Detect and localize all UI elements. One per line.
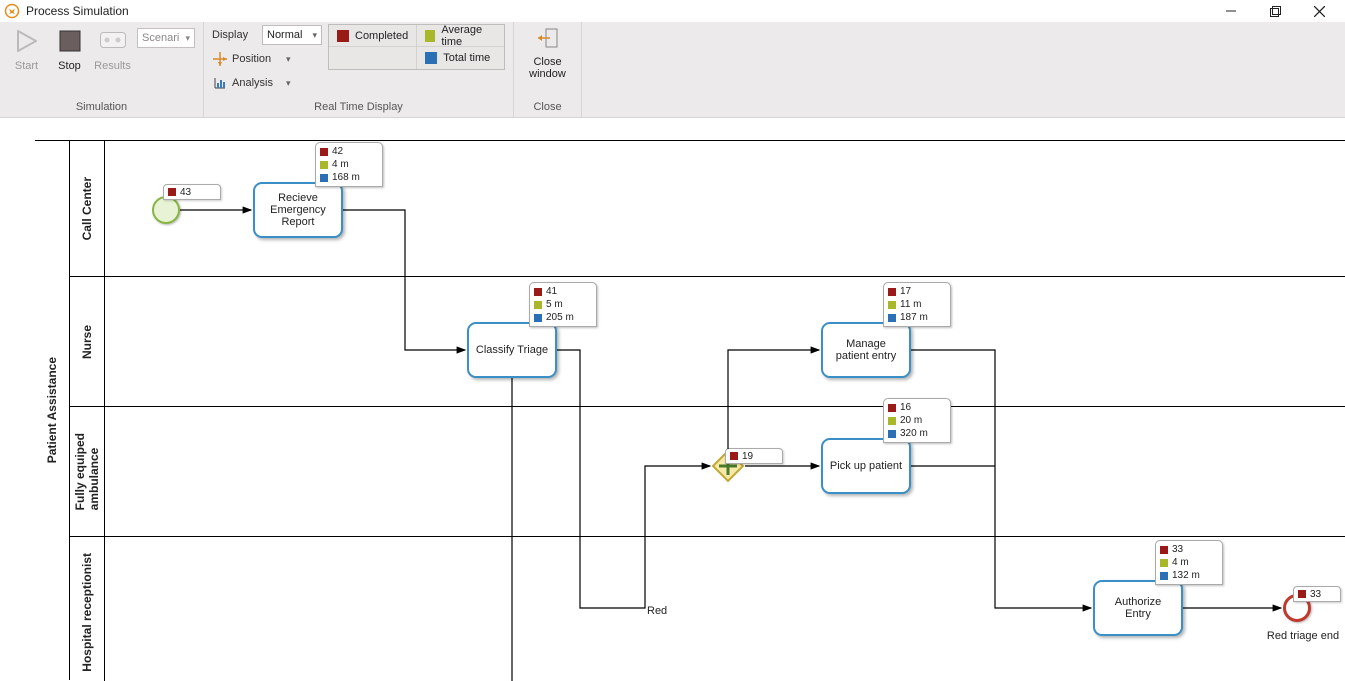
task-receive-label: Recieve Emergency Report [270,192,326,228]
gateway-count: 19 [742,451,753,462]
results-button[interactable]: Results [94,24,131,72]
close-window-ribbon-button[interactable]: Close window [522,24,573,80]
maximize-button[interactable] [1253,0,1297,22]
task-pickup-label: Pick up patient [830,460,902,472]
analysis-icon [212,75,228,91]
gateway-counter: 19 [725,448,783,464]
exit-icon [534,26,562,54]
flow-label-red: Red [647,605,667,617]
task-manage-entry[interactable]: Manage patient entry [821,322,911,378]
results-button-label: Results [94,60,131,72]
position-icon [212,51,228,67]
ribbon: Start Stop Results Scenari ▾ Simulation [0,22,1345,118]
ribbon-group-close: Close window Close [514,22,582,117]
legend-average-label: Average time [441,24,496,48]
stats-manage: 17 11 m 187 m [883,282,951,327]
app-icon [4,3,20,19]
stop-button-label: Stop [51,60,88,72]
window-title: Process Simulation [26,4,129,18]
lane-label-call-center: Call Center [80,177,94,240]
lane-label-receptionist: Hospital receptionist [80,553,94,672]
group-label-close: Close [522,99,573,117]
square-red-icon [337,30,349,42]
stats-authorize: 33 4 m 132 m [1155,540,1223,585]
lane-label-ambulance: Fully equiped ambulance [73,433,101,510]
display-mode-value: Normal [267,29,302,41]
group-label-realtime: Real Time Display [212,99,505,117]
task-classify-label: Classify Triage [476,344,548,356]
end-event-label: Red triage end [1259,630,1345,642]
square-red-icon [168,188,176,196]
position-dropdown[interactable]: ▾ [286,54,291,65]
end-event-count: 33 [1310,589,1321,600]
scenario-dropdown[interactable]: Scenari ▾ [137,28,195,48]
close-window-button[interactable] [1297,0,1341,22]
square-olive-icon [425,30,435,42]
window-controls [1209,0,1341,22]
start-button-label: Start [8,60,45,72]
minimize-button[interactable] [1209,0,1253,22]
start-event[interactable] [152,196,180,224]
display-label: Display [212,29,258,41]
lane-label-nurse: Nurse [80,325,94,359]
ribbon-group-realtime: Display Normal ▾ Position ▾ Analysis ▾ [204,22,514,117]
group-label-simulation: Simulation [8,99,195,117]
chevron-down-icon: ▾ [185,33,190,44]
title-bar: Process Simulation [0,0,1345,22]
legend-total-label: Total time [443,52,490,64]
position-label: Position [232,53,282,65]
legend-completed-label: Completed [355,30,408,42]
scenario-dropdown-text: Scenari [142,32,179,44]
stats-classify: 41 5 m 205 m [529,282,597,327]
ribbon-group-simulation: Start Stop Results Scenari ▾ Simulation [0,22,204,117]
stats-receive: 42 4 m 168 m [315,142,383,187]
start-event-count: 43 [180,187,191,198]
task-receive-report[interactable]: Recieve Emergency Report [253,182,343,238]
legend-completed[interactable]: Completed [329,25,416,47]
legend-total[interactable]: Total time [416,47,504,69]
stats-pickup: 16 20 m 320 m [883,398,951,443]
square-blue-icon [425,52,437,64]
square-red-icon [730,452,738,460]
task-pickup-patient[interactable]: Pick up patient [821,438,911,494]
legend-grid: Completed Average time Total time [328,24,505,70]
stop-button[interactable]: Stop [51,24,88,72]
legend-average[interactable]: Average time [416,25,504,47]
start-button[interactable]: Start [8,24,45,72]
display-mode-select[interactable]: Normal ▾ [262,25,322,45]
task-manage-label: Manage patient entry [836,338,897,362]
chevron-down-icon: ▾ [312,30,317,41]
task-authorize-label: Authorize Entry [1115,596,1161,620]
task-authorize-entry[interactable]: Authorize Entry [1093,580,1183,636]
close-window-label: Close window [522,56,573,80]
task-classify-triage[interactable]: Classify Triage [467,322,557,378]
end-event-counter: 33 [1293,586,1341,602]
analysis-label: Analysis [232,77,282,89]
diagram-canvas[interactable]: Patient Assistance Call Center Nurse Ful… [0,118,1345,681]
start-event-counter: 43 [163,184,221,200]
analysis-dropdown[interactable]: ▾ [286,78,291,89]
square-red-icon [1298,590,1306,598]
